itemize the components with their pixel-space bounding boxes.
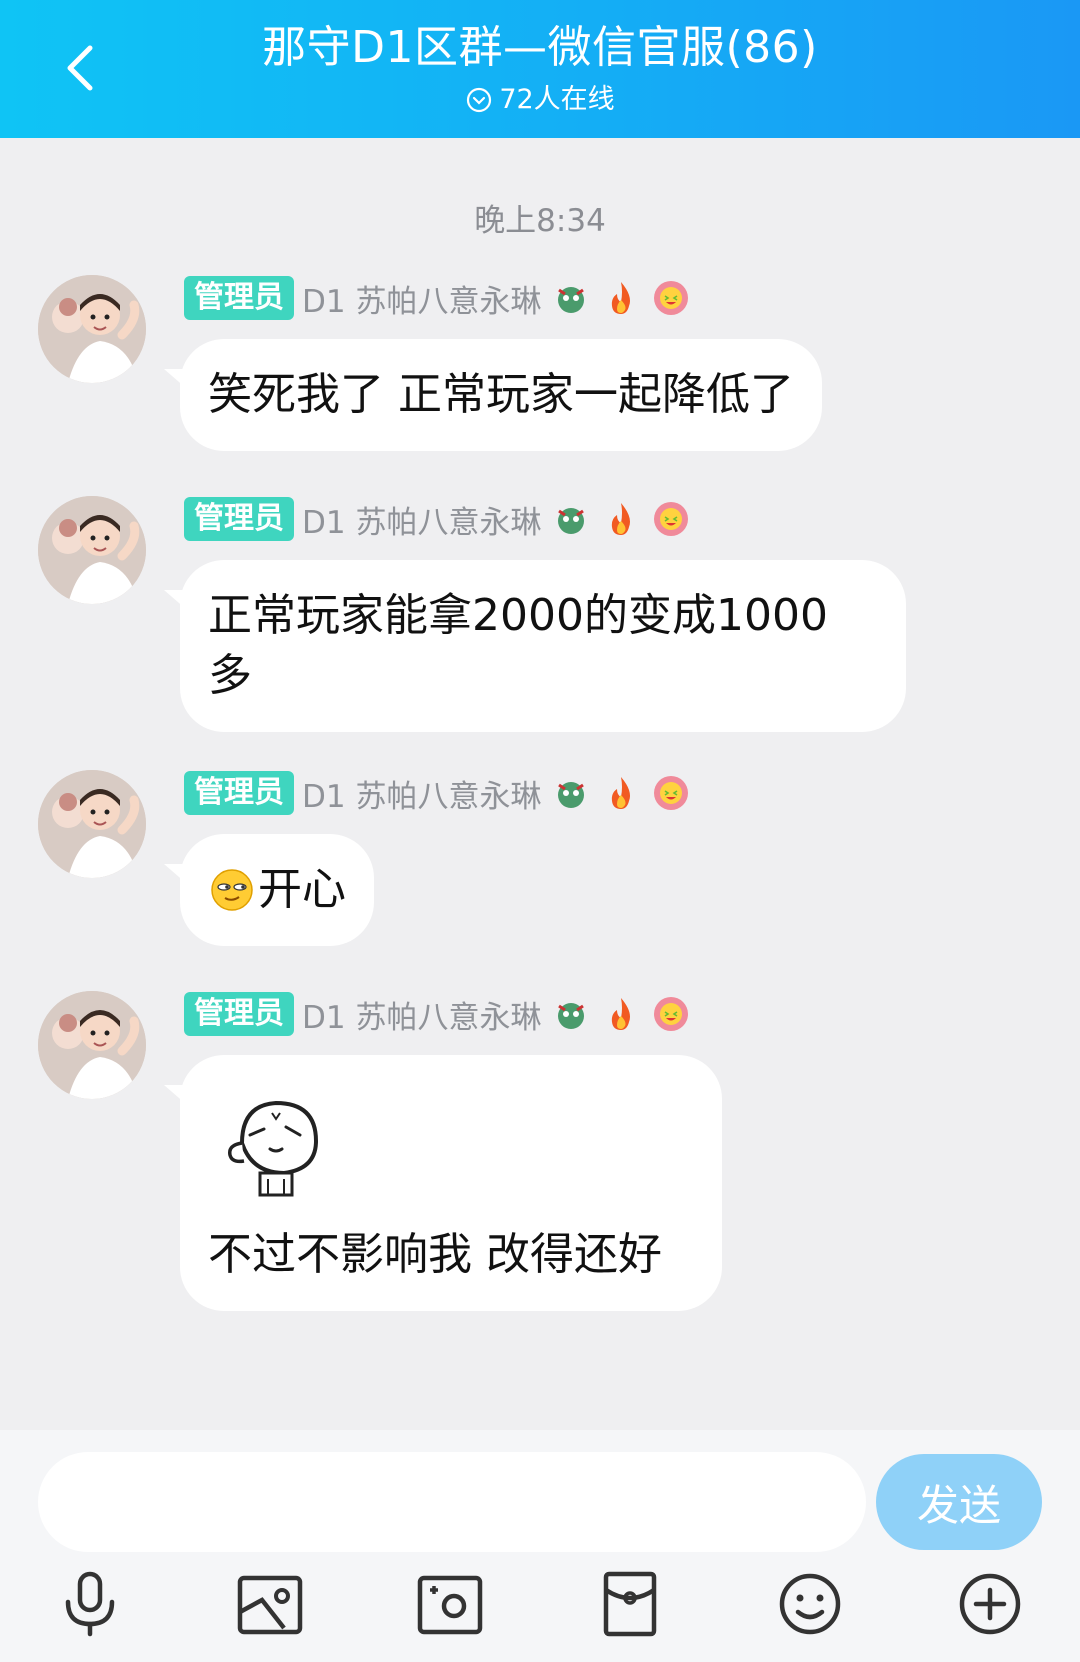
red-packet-icon[interactable] xyxy=(594,1568,666,1640)
group-title[interactable]: 那守D1区群—微信官服(86) xyxy=(0,18,1080,78)
dragon-icon xyxy=(551,773,591,813)
camera-icon[interactable] xyxy=(414,1568,486,1640)
message-text: 正常玩家能拿2000的变成1000 xyxy=(208,590,828,641)
fire-icon xyxy=(601,278,641,318)
sender-name[interactable]: D1 苏帕八意永琳 xyxy=(302,276,541,321)
flower-smile-icon xyxy=(651,994,691,1034)
message-bubble[interactable]: 正常玩家能拿2000的变成1000 多 xyxy=(180,560,906,732)
message-bubble[interactable]: 笑死我了 正常玩家一起降低了 xyxy=(180,339,822,451)
avatar-icon xyxy=(38,275,146,383)
microphone-icon[interactable] xyxy=(54,1568,126,1640)
dragon-icon xyxy=(551,994,591,1034)
admin-badge: 管理员 xyxy=(184,497,294,541)
sender-name[interactable]: D1 苏帕八意永琳 xyxy=(302,771,541,816)
message-text: 不过不影响我 改得还好 xyxy=(208,1229,662,1280)
dragon-icon xyxy=(551,499,591,539)
online-count: 72人在线 xyxy=(499,84,615,115)
send-button[interactable]: 发送 xyxy=(876,1454,1042,1550)
flower-smile-icon xyxy=(651,278,691,318)
image-icon[interactable] xyxy=(234,1568,306,1640)
plus-icon[interactable] xyxy=(954,1568,1026,1640)
fire-icon xyxy=(601,994,641,1034)
flower-smile-icon xyxy=(651,499,691,539)
sender-name[interactable]: D1 苏帕八意永琳 xyxy=(302,992,541,1037)
avatar[interactable] xyxy=(38,991,146,1099)
admin-badge: 管理员 xyxy=(184,992,294,1036)
input-bar: 发送 xyxy=(0,1430,1080,1662)
sender-name[interactable]: D1 苏帕八意永琳 xyxy=(302,497,541,542)
sender-row: 管理员 D1 苏帕八意永琳 xyxy=(184,770,691,816)
message-text: 开心 xyxy=(258,864,346,915)
chat-header: 那守D1区群—微信官服(86) 72人在线 xyxy=(0,0,1080,138)
avatar[interactable] xyxy=(38,275,146,383)
fire-icon xyxy=(601,499,641,539)
admin-badge: 管理员 xyxy=(184,276,294,320)
sender-row: 管理员 D1 苏帕八意永琳 xyxy=(184,496,691,542)
avatar-icon xyxy=(38,496,146,604)
message-bubble[interactable]: 不过不影响我 改得还好 xyxy=(180,1055,722,1311)
fire-icon xyxy=(601,773,641,813)
message-bubble[interactable]: 开心 xyxy=(180,834,374,946)
avatar-icon xyxy=(38,770,146,878)
avatar[interactable] xyxy=(38,496,146,604)
sticker-face-icon xyxy=(212,1083,332,1203)
message-text: 笑死我了 正常玩家一起降低了 xyxy=(208,369,794,420)
message-input[interactable] xyxy=(38,1452,866,1552)
input-toolbar xyxy=(0,1568,1080,1662)
avatar-icon xyxy=(38,991,146,1099)
sender-row: 管理员 D1 苏帕八意永琳 xyxy=(184,275,691,321)
avatar[interactable] xyxy=(38,770,146,878)
emoji-icon[interactable] xyxy=(774,1568,846,1640)
smirk-emoji-icon xyxy=(208,864,256,912)
dragon-icon xyxy=(551,278,591,318)
admin-badge: 管理员 xyxy=(184,771,294,815)
sender-row: 管理员 D1 苏帕八意永琳 xyxy=(184,991,691,1037)
online-status[interactable]: 72人在线 xyxy=(0,80,1080,120)
timestamp: 晚上8:34 xyxy=(474,203,606,239)
flower-smile-icon xyxy=(651,773,691,813)
chevron-down-circle-icon xyxy=(467,87,492,113)
message-text: 多 xyxy=(208,650,252,701)
